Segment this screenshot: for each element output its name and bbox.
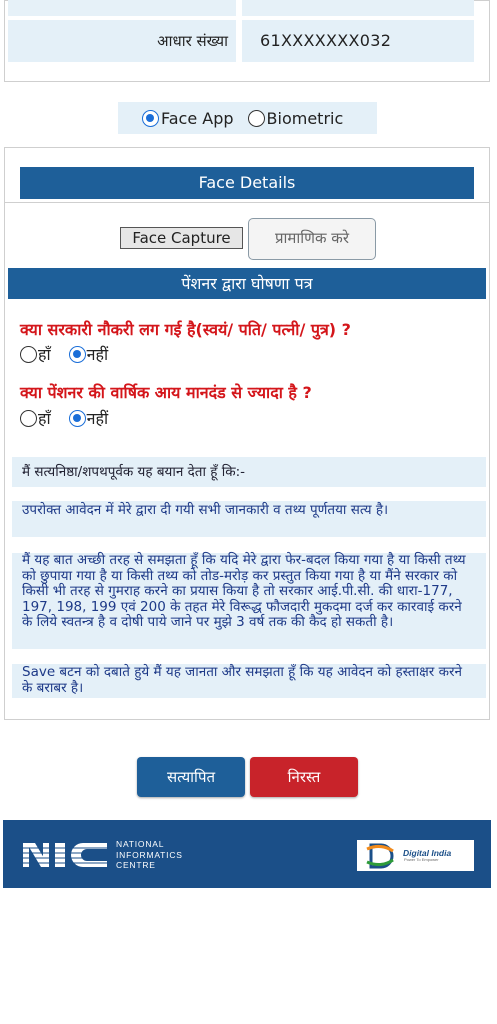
income-yes-label: हाँ bbox=[38, 409, 51, 428]
aadhaar-value: 61XXXXXXX032 bbox=[260, 31, 392, 50]
statement-truth: उपरोक्त आवेदन में मेरे द्वारा दी गयी सभी… bbox=[12, 501, 486, 537]
income-no-label: नहीं bbox=[86, 409, 109, 428]
footer: NATIONAL INFORMATICS CENTRE Digital Indi… bbox=[3, 820, 491, 888]
aadhaar-label: आधार संख्या bbox=[157, 32, 228, 50]
face-capture-button[interactable]: Face Capture bbox=[120, 227, 243, 249]
auth-mode-biometric[interactable]: Biometric bbox=[247, 108, 344, 128]
previous-detail-row bbox=[8, 0, 474, 16]
income-yes-radio[interactable] bbox=[20, 409, 37, 427]
auth-mode-selector: Face App Biometric bbox=[118, 102, 377, 134]
govt-job-no-label: नहीं bbox=[86, 345, 109, 364]
income-no-radio[interactable] bbox=[68, 409, 86, 427]
income-yes[interactable]: हाँ bbox=[20, 407, 51, 429]
face-app-label: Face App bbox=[161, 108, 234, 128]
authenticate-button[interactable]: प्रामाणिक करे bbox=[248, 218, 376, 260]
statement-intro: मैं सत्यनिष्ठा/शपथपूर्वक यह बयान देता हू… bbox=[12, 457, 486, 487]
declaration-header: पेंशनर द्वारा घोषणा पत्र bbox=[8, 268, 486, 299]
face-details-header: Face Details bbox=[20, 167, 474, 199]
question-govt-job: क्या सरकारी नौकरी लग गई है(स्वयं/ पति/ प… bbox=[20, 320, 351, 339]
cancel-button[interactable]: निरस्त bbox=[250, 757, 358, 797]
govt-job-no[interactable]: नहीं bbox=[68, 343, 109, 365]
statement-signature: Save बटन को दबाते हुये मैं यह जानता और स… bbox=[12, 664, 486, 698]
income-no[interactable]: नहीं bbox=[68, 407, 109, 429]
digital-india-tagline: Power To Empower bbox=[404, 857, 439, 862]
nic-name: NATIONAL INFORMATICS CENTRE bbox=[116, 839, 183, 870]
question-govt-job-options: हाँ नहीं bbox=[20, 343, 126, 365]
govt-job-yes-radio[interactable] bbox=[20, 345, 37, 363]
govt-job-no-radio[interactable] bbox=[68, 345, 86, 363]
face-app-radio[interactable] bbox=[142, 109, 159, 127]
statement-legal: मैं यह बात अच्छी तरह से समझता हूँ कि यदि… bbox=[12, 552, 486, 649]
biometric-label: Biometric bbox=[266, 108, 344, 128]
nic-logo-icon bbox=[23, 843, 108, 867]
aadhaar-row: आधार संख्या 61XXXXXXX032 bbox=[8, 20, 474, 62]
biometric-radio[interactable] bbox=[247, 109, 265, 127]
question-annual-income-options: हाँ नहीं bbox=[20, 407, 126, 429]
auth-mode-face-app[interactable]: Face App bbox=[142, 109, 234, 128]
verify-button[interactable]: सत्यापित bbox=[137, 757, 245, 797]
question-annual-income: क्या पेंशनर की वार्षिक आय मानदंड से ज्या… bbox=[20, 383, 312, 402]
digital-india-emblem-icon bbox=[366, 843, 394, 869]
govt-job-yes[interactable]: हाँ bbox=[20, 343, 51, 365]
govt-job-yes-label: हाँ bbox=[38, 345, 51, 364]
digital-india-logo: Digital India Power To Empower bbox=[357, 840, 474, 871]
